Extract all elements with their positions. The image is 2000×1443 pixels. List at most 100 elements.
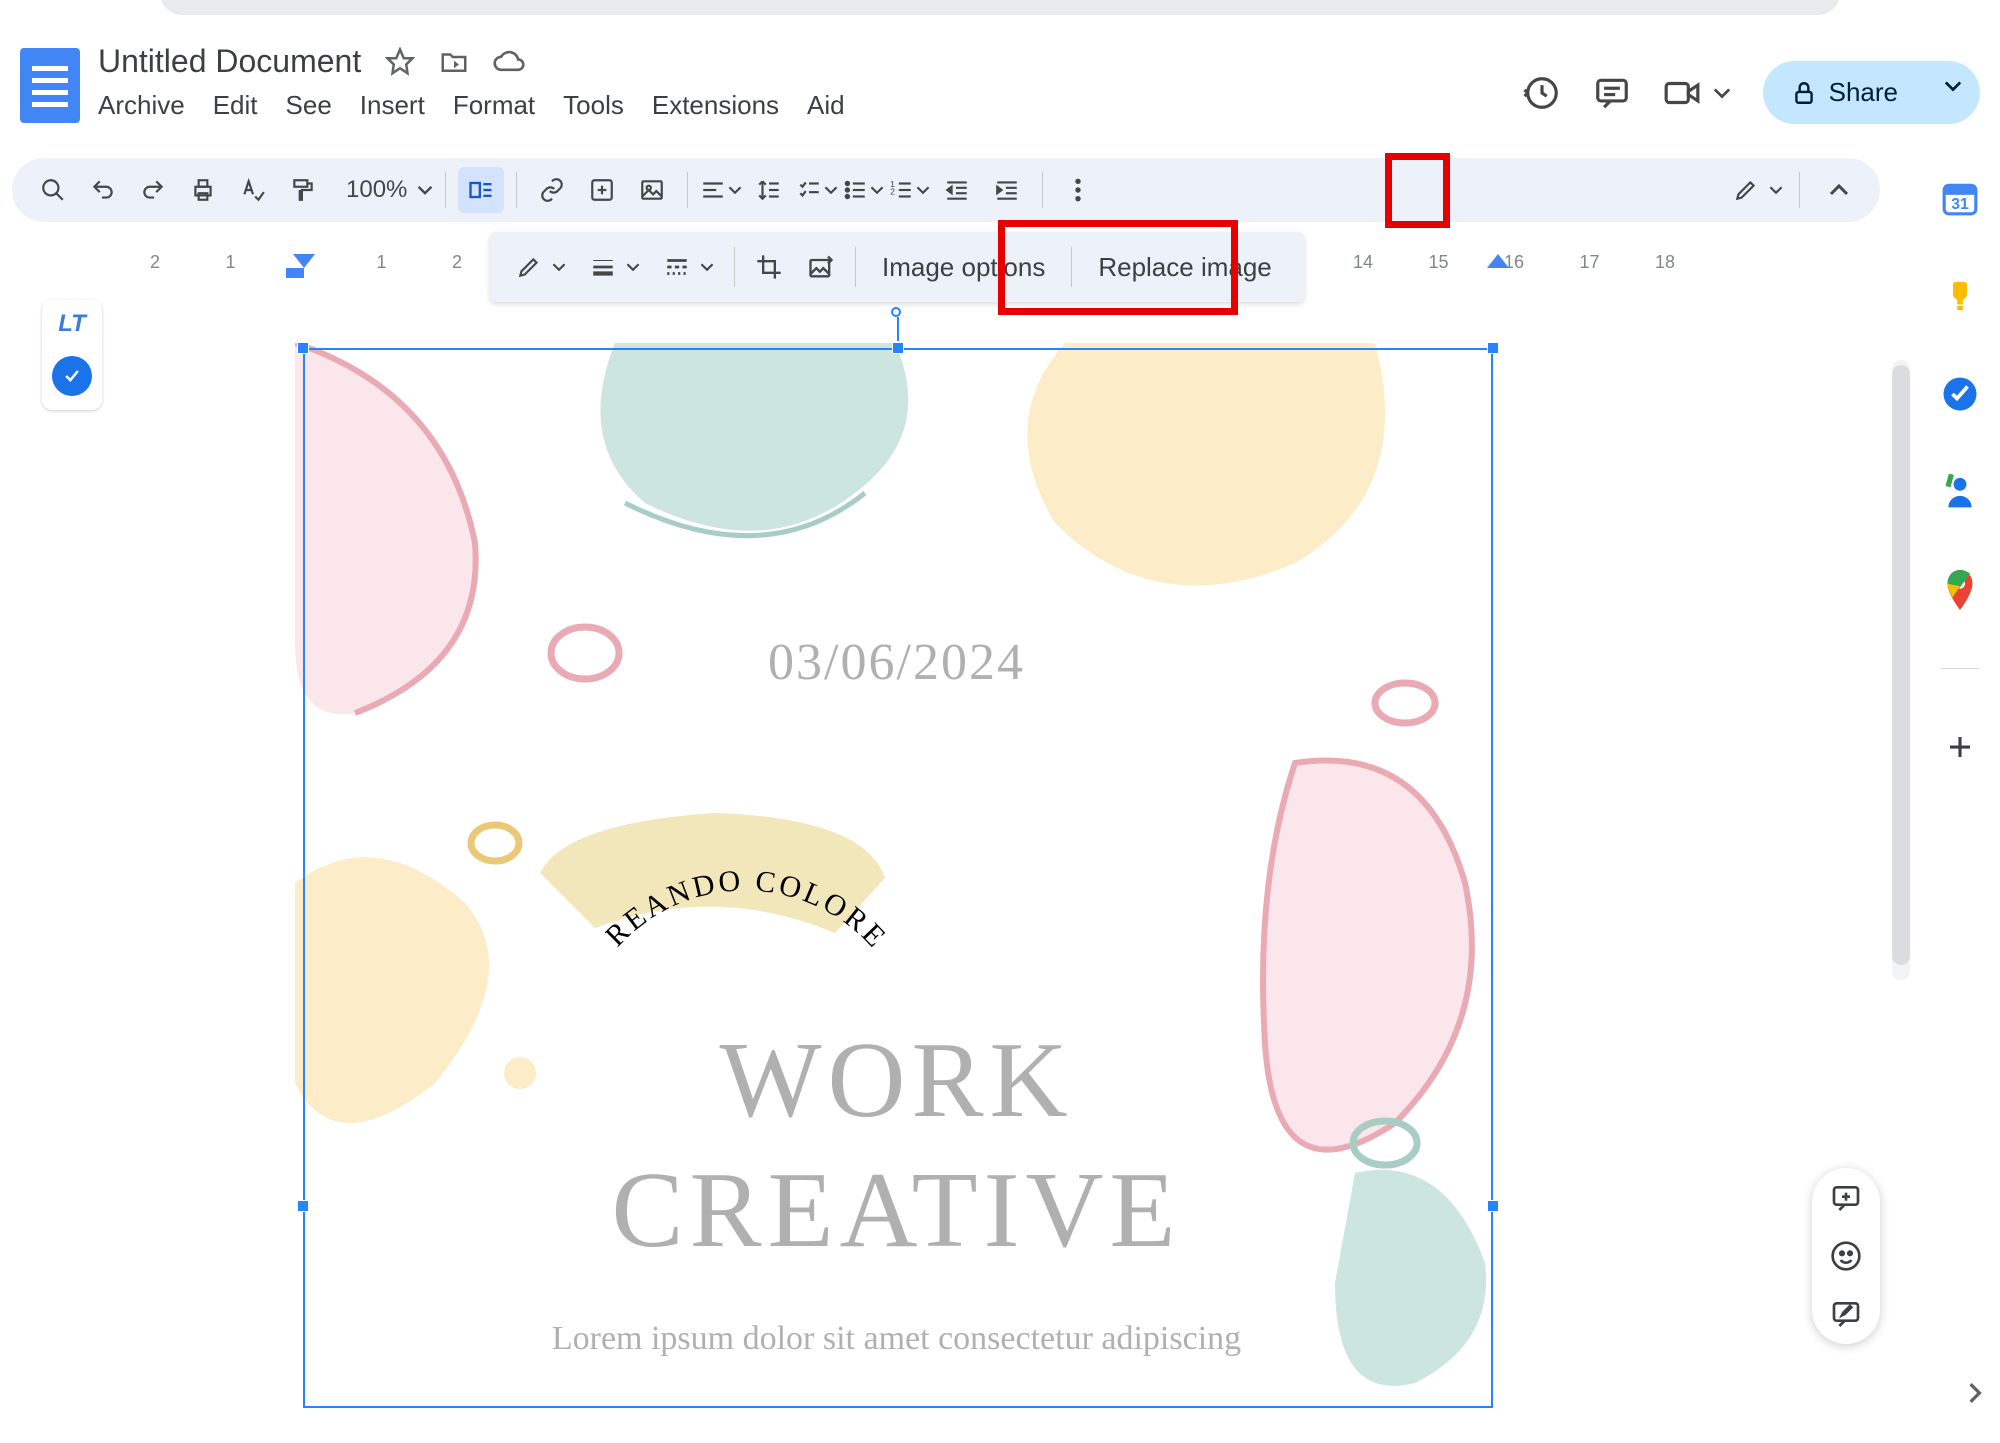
title-row: Untitled Document bbox=[98, 43, 1523, 80]
separator bbox=[445, 172, 446, 208]
menu-insert[interactable]: Insert bbox=[360, 90, 425, 121]
document-title[interactable]: Untitled Document bbox=[98, 43, 361, 80]
suggest-edit-icon[interactable] bbox=[1830, 1298, 1862, 1330]
border-weight-dropdown[interactable] bbox=[578, 254, 652, 280]
emoji-icon[interactable] bbox=[1830, 1240, 1862, 1272]
wrap-text-icon[interactable] bbox=[458, 167, 504, 213]
resize-handle-nw[interactable] bbox=[297, 342, 309, 354]
menu-archive[interactable]: Archive bbox=[98, 90, 185, 121]
more-options-icon[interactable] bbox=[1055, 167, 1101, 213]
highlight-image-options bbox=[998, 220, 1238, 315]
language-tool-icon[interactable]: LT bbox=[58, 310, 86, 338]
highlight-more-button bbox=[1385, 153, 1450, 228]
numbered-list-dropdown[interactable]: 12 bbox=[888, 177, 930, 203]
comments-icon[interactable] bbox=[1593, 74, 1631, 112]
menu-aid[interactable]: Aid bbox=[807, 90, 845, 121]
undo-icon[interactable] bbox=[80, 167, 126, 213]
share-wrap: Share bbox=[1763, 61, 1980, 124]
crop-icon[interactable] bbox=[743, 253, 795, 281]
cloud-icon[interactable] bbox=[493, 49, 525, 75]
header-right: Share bbox=[1523, 61, 1980, 124]
editing-mode-dropdown[interactable] bbox=[1733, 177, 1783, 203]
contacts-icon[interactable] bbox=[1940, 472, 1980, 512]
separator bbox=[516, 172, 517, 208]
ruler-tick: 17 bbox=[1579, 252, 1599, 273]
docs-logo-icon[interactable] bbox=[20, 48, 80, 123]
print-icon[interactable] bbox=[180, 167, 226, 213]
decrease-indent-icon[interactable] bbox=[934, 167, 980, 213]
menu-tools[interactable]: Tools bbox=[563, 90, 624, 121]
menu-see[interactable]: See bbox=[286, 90, 332, 121]
rotate-line bbox=[897, 317, 899, 341]
share-dropdown[interactable] bbox=[1926, 61, 1980, 124]
svg-text:2: 2 bbox=[891, 186, 896, 196]
ruler-tick: 2 bbox=[150, 252, 160, 273]
maps-icon[interactable] bbox=[1940, 570, 1980, 610]
spellcheck-icon[interactable] bbox=[230, 167, 276, 213]
link-icon[interactable] bbox=[529, 167, 575, 213]
header: Untitled Document Archive Edit See Inser… bbox=[0, 28, 2000, 148]
side-separator bbox=[1940, 668, 1980, 669]
ruler-tick: 18 bbox=[1655, 252, 1675, 273]
ruler-tick: 14 bbox=[1353, 252, 1373, 273]
ruler-tick: 2 bbox=[452, 252, 462, 273]
bulleted-list-dropdown[interactable] bbox=[842, 177, 884, 203]
search-icon[interactable] bbox=[30, 167, 76, 213]
star-icon[interactable] bbox=[385, 47, 415, 77]
checklist-dropdown[interactable] bbox=[796, 177, 838, 203]
line-spacing-icon[interactable] bbox=[746, 167, 792, 213]
floating-comment-tools bbox=[1812, 1168, 1880, 1344]
side-panel: 31 bbox=[1920, 160, 2000, 767]
ruler-tick: 1 bbox=[225, 252, 235, 273]
keep-icon[interactable] bbox=[1940, 276, 1980, 316]
indent-first-line-marker[interactable] bbox=[293, 254, 315, 268]
browser-urlbar bbox=[160, 0, 1840, 15]
share-label: Share bbox=[1829, 77, 1898, 108]
menu-extensions[interactable]: Extensions bbox=[652, 90, 779, 121]
ruler-tick: 1 bbox=[376, 252, 386, 273]
add-comment-float-icon[interactable] bbox=[1830, 1182, 1862, 1214]
insert-image-icon[interactable] bbox=[629, 167, 675, 213]
separator bbox=[734, 247, 735, 287]
separator bbox=[855, 247, 856, 287]
zoom-dropdown[interactable]: 100% bbox=[330, 176, 433, 204]
indent-right-marker[interactable] bbox=[1487, 254, 1509, 268]
check-badge-icon[interactable] bbox=[52, 356, 92, 396]
border-color-dropdown[interactable] bbox=[504, 254, 578, 280]
calendar-icon[interactable]: 31 bbox=[1940, 178, 1980, 218]
lock-icon bbox=[1791, 80, 1817, 106]
share-button[interactable]: Share bbox=[1763, 61, 1928, 124]
paint-format-icon[interactable] bbox=[280, 167, 326, 213]
separator bbox=[687, 172, 688, 208]
collapse-toolbar-icon[interactable] bbox=[1816, 167, 1862, 213]
indent-left-marker[interactable] bbox=[286, 268, 304, 278]
resize-handle-w[interactable] bbox=[297, 1200, 309, 1212]
align-dropdown[interactable] bbox=[700, 177, 742, 203]
add-addon-icon[interactable] bbox=[1940, 727, 1980, 767]
resize-handle-ne[interactable] bbox=[1487, 342, 1499, 354]
redo-icon[interactable] bbox=[130, 167, 176, 213]
rotate-handle[interactable] bbox=[891, 307, 901, 317]
side-panel-toggle-icon[interactable] bbox=[1964, 1382, 1986, 1404]
menubar: Archive Edit See Insert Format Tools Ext… bbox=[98, 90, 1523, 121]
toolbar-end bbox=[1733, 167, 1862, 213]
resize-handle-n[interactable] bbox=[892, 342, 904, 354]
history-icon[interactable] bbox=[1523, 74, 1561, 112]
scrollbar-thumb[interactable] bbox=[1892, 365, 1910, 965]
resize-handle-e[interactable] bbox=[1487, 1200, 1499, 1212]
reset-image-icon[interactable] bbox=[795, 253, 847, 281]
zoom-value: 100% bbox=[330, 176, 415, 204]
border-dash-dropdown[interactable] bbox=[652, 254, 726, 280]
menu-format[interactable]: Format bbox=[453, 90, 535, 121]
image-selection-box[interactable] bbox=[303, 348, 1493, 1408]
title-area: Untitled Document Archive Edit See Inser… bbox=[98, 43, 1523, 121]
menu-edit[interactable]: Edit bbox=[213, 90, 258, 121]
meet-button[interactable] bbox=[1663, 77, 1731, 109]
move-icon[interactable] bbox=[439, 47, 469, 77]
tasks-icon[interactable] bbox=[1940, 374, 1980, 414]
ruler-tick: 15 bbox=[1428, 252, 1448, 273]
add-comment-icon[interactable] bbox=[579, 167, 625, 213]
separator bbox=[1042, 172, 1043, 208]
increase-indent-icon[interactable] bbox=[984, 167, 1030, 213]
svg-text:31: 31 bbox=[1951, 196, 1969, 213]
